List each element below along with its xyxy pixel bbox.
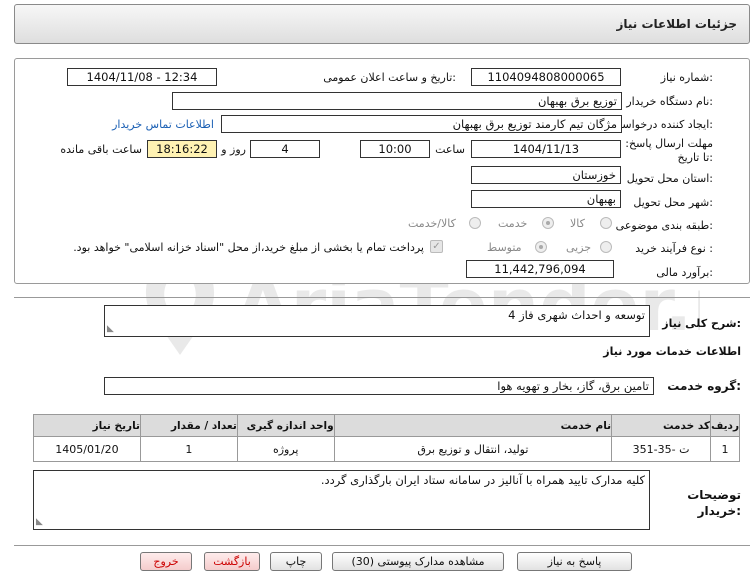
process-radio-minor[interactable] xyxy=(600,241,612,253)
announce-datetime-field: 1404/11/08 - 12:34 xyxy=(67,68,217,86)
section-divider xyxy=(14,297,750,298)
process-radio-medium[interactable] xyxy=(535,241,547,253)
province-label: استان محل تحویل: xyxy=(626,172,713,185)
buyer-notes-field: کلیه مدارک تایید همراه با آنالیز در ساما… xyxy=(33,470,650,530)
buyer-notes-text: کلیه مدارک تایید همراه با آنالیز در ساما… xyxy=(320,473,645,487)
services-table: ردیف کد خدمت نام خدمت واحد اندازه گیری ت… xyxy=(33,414,740,462)
back-button[interactable]: بازگشت xyxy=(204,552,260,571)
province-field: خوزستان xyxy=(471,166,621,184)
reply-button[interactable]: پاسخ به نیاز xyxy=(517,552,632,571)
budget-field: 11,442,796,094 xyxy=(466,260,614,278)
buyer-notes-label: توضیحات خریدار: xyxy=(687,488,741,518)
resize-grip-icon: ◢ xyxy=(36,517,43,527)
process-option-minor: جزیی xyxy=(566,241,592,254)
city-field: بهبهان xyxy=(471,190,621,208)
deadline-time-field: 10:00 xyxy=(360,140,430,158)
col-quantity: تعداد / مقدار xyxy=(139,414,238,437)
view-attachments-button[interactable]: مشاهده مدارک پیوستی (30) xyxy=(332,552,504,571)
category-option-service: خدمت xyxy=(498,217,528,230)
budget-label: برآورد مالی: xyxy=(656,266,713,279)
table-header-row: ردیف کد خدمت نام خدمت واحد اندازه گیری ت… xyxy=(33,414,740,437)
remaining-time-label: ساعت باقی مانده xyxy=(60,143,142,156)
buyer-org-field: توزیع برق بهبهان xyxy=(172,92,622,110)
col-unit: واحد اندازه گیری xyxy=(236,414,335,437)
remaining-time-field: 18:16:22 xyxy=(147,140,217,158)
deadline-label: مهلت ارسال پاسخ: تا تاریخ: xyxy=(625,137,713,164)
page-title: جزئیات اطلاعات نیاز xyxy=(616,17,737,31)
cell-unit: پروژه xyxy=(236,436,335,462)
footer-divider xyxy=(14,545,750,546)
page-header: جزئیات اطلاعات نیاز xyxy=(14,4,750,44)
requester-label: ایجاد کننده درخواست: xyxy=(611,118,713,131)
buyer-contact-link[interactable]: اطلاعات تماس خریدار xyxy=(112,118,214,131)
deadline-date-field: 1404/11/13 xyxy=(471,140,621,158)
days-field: 4 xyxy=(250,140,320,158)
payment-checkbox[interactable]: ✓ xyxy=(430,240,443,253)
need-number-field: 1104094808000065 xyxy=(471,68,621,86)
requester-field: مژگان تیم کارمند توزیع برق بهبهان xyxy=(221,115,622,133)
col-need-date: تاریخ نیاز xyxy=(33,414,141,437)
col-row-number: ردیف xyxy=(710,414,740,437)
exit-button[interactable]: خروج xyxy=(140,552,192,571)
category-option-goods-service: کالا/خدمت xyxy=(408,217,456,230)
col-service-name: نام خدمت xyxy=(333,414,613,437)
deadline-time-label: ساعت xyxy=(435,143,465,156)
need-number-label: شماره نیاز: xyxy=(660,71,713,84)
cell-row-number: 1 xyxy=(710,436,740,462)
category-option-goods: کالا xyxy=(570,217,585,230)
table-row: 1 ت -35-351 تولید، انتقال و توزیع برق پر… xyxy=(33,436,740,462)
announce-datetime-label: تاریخ و ساعت اعلان عمومی: xyxy=(323,71,456,84)
category-radio-goods-service[interactable] xyxy=(469,217,481,229)
days-label: روز و xyxy=(221,143,246,156)
payment-note: پرداخت تمام یا بخشی از مبلغ خرید،از محل … xyxy=(73,241,424,254)
category-radio-goods[interactable] xyxy=(600,217,612,229)
process-type-label: نوع فرآیند خرید : xyxy=(635,242,713,255)
resize-grip-icon: ◢ xyxy=(107,324,114,334)
buyer-org-label: نام دستگاه خریدار: xyxy=(626,95,713,108)
services-section-title: اطلاعات خدمات مورد نیاز xyxy=(603,345,741,358)
cell-service-code: ت -35-351 xyxy=(611,436,712,462)
city-label: شهر محل تحویل: xyxy=(633,196,713,209)
category-label: طبقه بندی موضوعی: xyxy=(615,219,713,232)
summary-field: توسعه و احداث شهری فاز 4 ◢ xyxy=(104,305,650,337)
service-group-label: گروه خدمت: xyxy=(667,379,741,393)
category-radio-service[interactable] xyxy=(542,217,554,229)
summary-text: توسعه و احداث شهری فاز 4 xyxy=(508,308,645,322)
cell-quantity: 1 xyxy=(139,436,238,462)
process-option-medium: متوسط xyxy=(487,241,522,254)
col-service-code: کد خدمت xyxy=(611,414,712,437)
cell-service-name: تولید، انتقال و توزیع برق xyxy=(333,436,613,462)
cell-need-date: 1405/01/20 xyxy=(33,436,141,462)
print-button[interactable]: چاپ xyxy=(270,552,322,571)
service-group-field: تامین برق، گاز، بخار و تهویه هوا xyxy=(104,377,654,395)
summary-label: شرح کلی نیاز: xyxy=(662,317,741,330)
